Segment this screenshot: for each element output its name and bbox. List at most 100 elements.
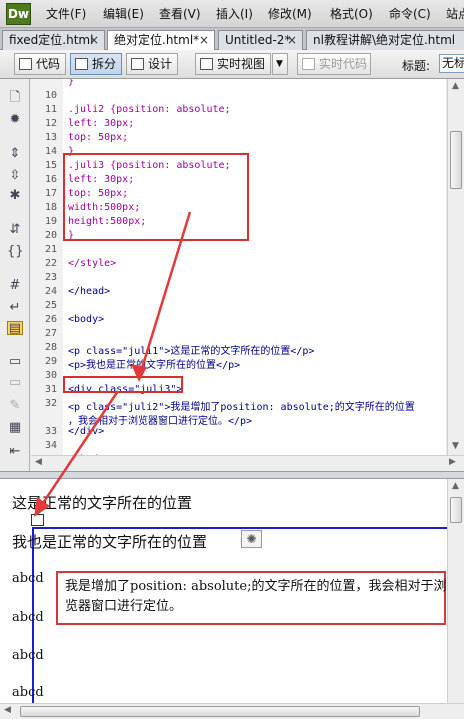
wrench-icon[interactable]: ✹	[7, 113, 23, 127]
line-number: 16	[44, 174, 57, 185]
design-view[interactable]: 这是正常的文字所在的位置 我也是正常的文字所在的位置 ✺ abcd abcd a…	[0, 479, 447, 703]
scroll-thumb[interactable]	[450, 131, 462, 189]
anchor-marker-icon[interactable]: ✺	[241, 530, 262, 548]
title-input[interactable]: 无标	[439, 54, 464, 73]
indent-icon[interactable]: ⇤	[7, 445, 23, 459]
line-number: 19	[44, 216, 57, 227]
design-paragraph-juli2[interactable]: 我是增加了position: absolute;的文字所在的位置，我会相对于浏览…	[65, 577, 447, 617]
code-icon	[19, 58, 32, 70]
code-view-button[interactable]: 代码	[14, 53, 66, 75]
view-splitter[interactable]	[0, 471, 464, 479]
scroll-left-icon[interactable]: ◀	[4, 705, 11, 715]
tab-label: fixed定位.html	[9, 33, 94, 47]
scroll-up-icon[interactable]: ▲	[452, 481, 459, 491]
line-number: 33	[44, 426, 57, 437]
scroll-left-icon[interactable]: ◀	[35, 457, 42, 467]
close-icon[interactable]: ×	[199, 31, 209, 49]
wrap-tag-icon[interactable]: ✎	[7, 399, 23, 413]
coding-toolbar: 🗋 ✹ ⇕ ⇳ ✱ ⇵ {} # ↵ ▤ ▭ ▭ ✎ ▦ ⇤	[0, 79, 30, 471]
title-label: 标题:	[402, 59, 431, 73]
document-toolbar: 代码 拆分 设计 实时视图 ▼ 实时代码 标题: 无标	[0, 50, 464, 79]
scroll-up-icon[interactable]: ▲	[452, 81, 459, 91]
code-line[interactable]: }	[68, 79, 74, 87]
tab-absolute-html[interactable]: 绝对定位.html* ×	[107, 30, 215, 50]
select-parent-icon[interactable]: ✱	[7, 189, 23, 203]
collapse-icon[interactable]: ⇕	[7, 147, 23, 161]
menu-file[interactable]: 文件(F)	[46, 5, 86, 22]
live-code-button[interactable]: 实时代码	[297, 53, 371, 75]
line-number: 34	[44, 440, 57, 451]
close-icon[interactable]: ×	[89, 31, 99, 49]
line-number: 26	[44, 314, 57, 325]
abcd-text: abcd	[12, 648, 44, 663]
code-line[interactable]: </style>	[68, 258, 116, 269]
split-view-button[interactable]: 拆分	[70, 53, 122, 75]
balance-braces-icon[interactable]: ⇵	[7, 223, 23, 237]
code-line[interactable]: <p class="juli2">我是增加了position: absolute…	[68, 398, 415, 413]
scroll-right-icon[interactable]: ▶	[449, 457, 456, 467]
close-icon[interactable]: ×	[287, 31, 297, 49]
code-line[interactable]: <p>我也是正常的文字所在的位置</p>	[68, 356, 240, 371]
design-view-button[interactable]: 设计	[126, 53, 178, 75]
live-code-label: 实时代码	[319, 57, 368, 71]
menu-commands[interactable]: 命令(C)	[389, 5, 431, 22]
line-number: 15	[44, 160, 57, 171]
syntax-icon[interactable]: ▤	[7, 321, 23, 336]
design-horizontal-scrollbar[interactable]: ◀	[0, 703, 464, 719]
line-number: 32	[44, 398, 57, 409]
expand-icon[interactable]: ⇳	[7, 169, 23, 183]
design-vertical-scrollbar[interactable]: ▲	[447, 479, 464, 703]
scroll-thumb[interactable]	[450, 497, 462, 523]
code-line[interactable]: ，我会相对于浏览器窗口进行定位。</p>	[68, 412, 252, 427]
uncomment-icon[interactable]: ▭	[7, 376, 23, 390]
line-number: 20	[44, 230, 57, 241]
div-marker-icon[interactable]	[31, 514, 44, 526]
word-wrap-icon[interactable]: ↵	[7, 301, 23, 315]
menu-format[interactable]: 格式(O)	[330, 5, 373, 22]
annotation-box-juli3-css	[63, 153, 249, 241]
tab-file-path[interactable]: nl教程讲解\绝对定位.html	[306, 30, 464, 50]
code-line[interactable]: left: 30px;	[68, 118, 134, 129]
code-vertical-scrollbar[interactable]: ▲ ▼	[447, 79, 464, 455]
live-view-icon	[200, 58, 213, 70]
chevron-down-icon: ▼	[276, 59, 283, 69]
code-line[interactable]: <body>	[68, 314, 104, 325]
menu-view[interactable]: 查看(V)	[159, 5, 201, 22]
tab-untitled-2[interactable]: Untitled-2* ×	[218, 30, 303, 50]
menu-modify[interactable]: 修改(M)	[268, 5, 312, 22]
split-icon	[75, 58, 88, 70]
abcd-text: abcd	[12, 571, 44, 586]
scroll-thumb[interactable]	[20, 706, 420, 717]
menu-insert[interactable]: 插入(I)	[216, 5, 253, 22]
menu-edit[interactable]: 编辑(E)	[103, 5, 144, 22]
live-view-dropdown[interactable]: ▼	[272, 53, 288, 75]
code-line[interactable]: <p class="juli1">这是正常的文字所在的位置</p>	[68, 342, 314, 357]
code-editor[interactable]: } .juli2 {position: absolute; left: 30px;…	[63, 79, 446, 455]
scroll-down-icon[interactable]: ▼	[452, 441, 459, 451]
recent-snippets-icon[interactable]: ▦	[7, 421, 23, 435]
tab-fixed-html[interactable]: fixed定位.html ×	[2, 30, 105, 50]
design-paragraph-juli1[interactable]: 这是正常的文字所在的位置	[12, 492, 192, 513]
menu-bar: Dw 文件(F) 编辑(E) 查看(V) 插入(I) 修改(M) 格式(O) 命…	[0, 0, 464, 28]
comment-icon[interactable]: ▭	[7, 355, 23, 369]
code-line[interactable]: </head>	[68, 286, 110, 297]
line-numbers-icon[interactable]: {}	[7, 245, 24, 259]
document-tab-bar: fixed定位.html × 绝对定位.html* × Untitled-2* …	[0, 28, 464, 50]
design-paragraph-2[interactable]: 我也是正常的文字所在的位置	[12, 531, 207, 552]
line-number: 30	[44, 370, 57, 381]
line-number: 11	[44, 104, 57, 115]
live-view-button[interactable]: 实时视图	[195, 53, 271, 75]
code-view-label: 代码	[36, 57, 61, 71]
line-number: 14	[44, 146, 57, 157]
line-number: 28	[44, 342, 57, 353]
split-view-label: 拆分	[92, 57, 117, 71]
code-line[interactable]: .juli2 {position: absolute;	[68, 104, 231, 115]
code-horizontal-scrollbar[interactable]: ◀ ▶	[31, 455, 464, 471]
menu-site[interactable]: 站点	[446, 5, 464, 22]
document-icon[interactable]: 🗋	[7, 91, 23, 105]
line-number: 12	[44, 118, 57, 129]
code-line[interactable]: top: 50px;	[68, 132, 128, 143]
highlight-invalid-icon[interactable]: #	[7, 279, 23, 293]
code-line[interactable]: </div>	[68, 426, 104, 437]
line-number: 22	[44, 258, 57, 269]
